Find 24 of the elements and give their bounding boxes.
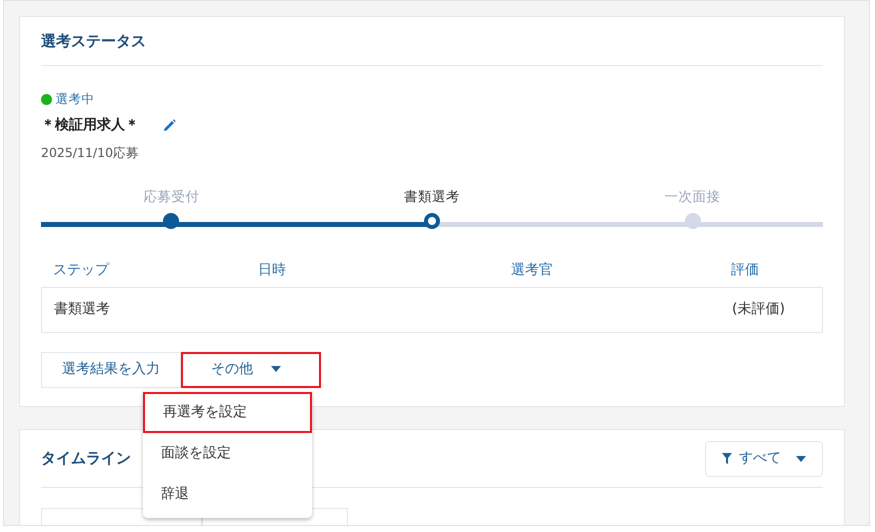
step-label: 一次面接 [664,188,721,206]
section-title: 選考ステータス [41,30,146,52]
job-title: ＊検証用求人＊ [41,116,139,135]
menu-item[interactable]: 辞退 [143,474,312,515]
table-cell-text: (未評価) [732,300,786,319]
column-header: ステップ [53,261,110,280]
caret-icon [796,456,806,462]
edit-icon[interactable] [163,118,176,132]
step-label: 書類選考 [404,188,460,206]
status-label: 選考中 [56,90,94,108]
caret-icon [271,366,281,372]
menu-item[interactable]: 再選考を設定 [143,392,312,433]
step-label: 応募受付 [143,188,200,206]
table-cell-text: 書類選考 [54,300,111,319]
column-header: 評価 [731,261,760,280]
section-title: タイムライン [41,448,131,470]
menu-item[interactable]: 面談を設定 [143,433,312,474]
filter-icon [722,453,732,464]
filter-button[interactable]: すべて [705,440,823,476]
applied-date: 2025/11/10応募 [41,144,140,162]
dropdown-button[interactable]: その他 [181,352,321,388]
enter-result-button[interactable]: 選考結果を入力 [41,352,181,388]
column-header: 日時 [258,261,287,280]
column-header: 選考官 [511,261,554,280]
